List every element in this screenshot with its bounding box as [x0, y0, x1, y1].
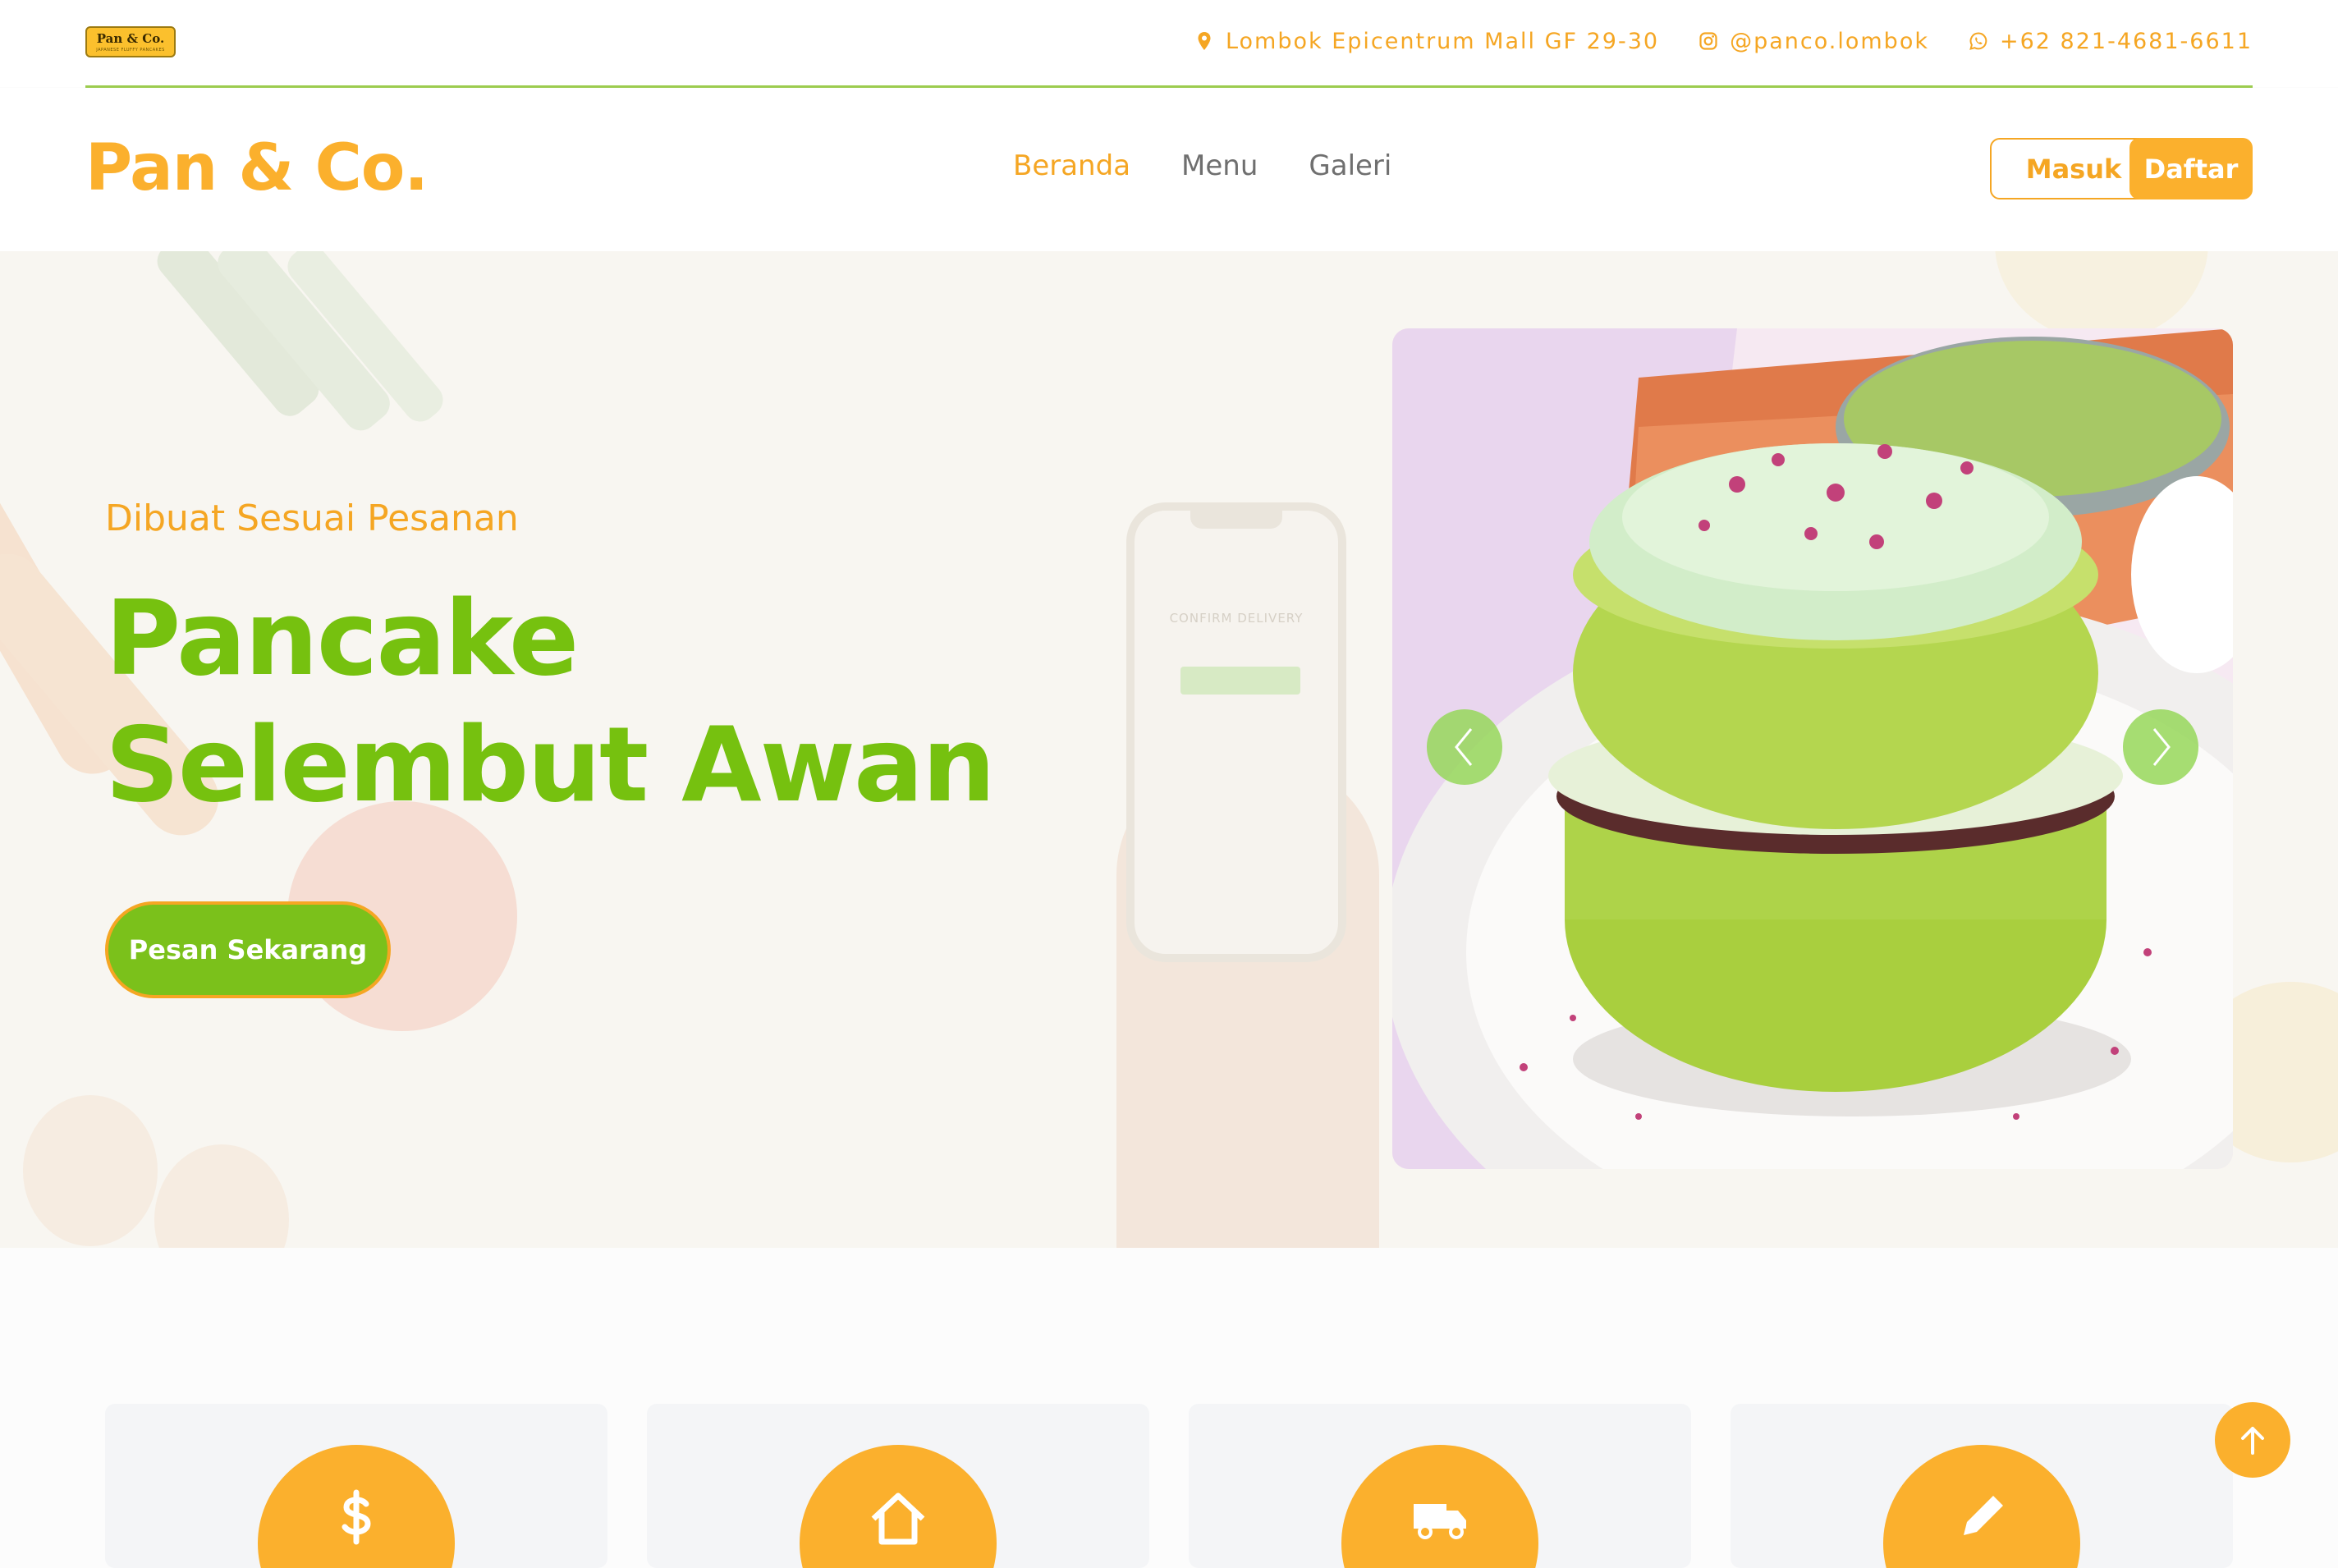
order-now-button[interactable]: Pesan Sekarang — [105, 901, 391, 998]
brand-name[interactable]: Pan & Co. — [85, 127, 429, 209]
navbar: Pan & Co. Beranda Menu Galeri Masuk Daft… — [0, 88, 2338, 251]
arrow-up-icon — [2241, 1427, 2264, 1455]
hero-subtitle: Dibuat Sesuai Pesanan — [105, 497, 519, 539]
hero-title-line-2: Selembut Awan — [105, 704, 996, 825]
logo[interactable]: Pan & Co. JAPANESE FLUFFY PANCAKES — [85, 26, 176, 57]
contact-whatsapp[interactable]: +62 821-4681-6611 — [1969, 29, 2253, 54]
feature-card-price — [105, 1404, 607, 1568]
hero-section: CONFIRM DELIVERY Dibuat Sesuai Pesanan P… — [0, 251, 2338, 1248]
feature-card-home — [647, 1404, 1149, 1568]
carousel-next-button[interactable] — [2123, 709, 2198, 785]
chevron-right-icon — [2152, 728, 2171, 766]
map-marker-icon — [1198, 32, 1211, 50]
feature-card-delivery — [1189, 1404, 1691, 1568]
chevron-left-icon — [1455, 728, 1473, 766]
address-text: Lombok Epicentrum Mall GF 29-30 — [1225, 28, 1660, 54]
back-to-top-button[interactable] — [2215, 1402, 2290, 1478]
feature-icon-circle — [1341, 1445, 1538, 1568]
nav-link-galeri[interactable]: Galeri — [1309, 145, 1391, 186]
feature-icon-circle — [800, 1445, 997, 1568]
home-icon — [871, 1492, 925, 1545]
pencil-icon — [1964, 1496, 2003, 1535]
image-carousel[interactable] — [1392, 328, 2233, 1169]
main-nav: Beranda Menu Galeri — [1013, 145, 1391, 186]
truck-icon — [1414, 1504, 1466, 1539]
logo-tagline: JAPANESE FLUFFY PANCAKES — [96, 48, 165, 53]
feature-card-custom — [1731, 1404, 2233, 1568]
top-bar: Pan & Co. JAPANESE FLUFFY PANCAKES Lombo… — [0, 0, 2338, 88]
hero-title-line-1: Pancake — [105, 578, 579, 699]
phone-screen-text: CONFIRM DELIVERY — [1169, 611, 1304, 626]
carousel-prev-button[interactable] — [1427, 709, 1502, 785]
dollar-icon — [342, 1489, 371, 1545]
feature-icon-circle — [258, 1445, 455, 1568]
matcha-pancake-image — [1392, 328, 2233, 1169]
nav-link-beranda[interactable]: Beranda — [1013, 145, 1130, 186]
contact-address[interactable]: Lombok Epicentrum Mall GF 29-30 — [1194, 29, 1659, 54]
nav-link-menu[interactable]: Menu — [1181, 145, 1258, 186]
contact-instagram[interactable]: @panco.lombok — [1698, 29, 1929, 54]
whatsapp-number: +62 821-4681-6611 — [1999, 28, 2253, 54]
feature-icon-circle — [1883, 1445, 2080, 1568]
instagram-icon — [1699, 32, 1717, 50]
instagram-handle: @panco.lombok — [1730, 28, 1929, 54]
hero-title: Pancake Selembut Awan — [105, 575, 996, 828]
register-button[interactable]: Daftar — [2129, 138, 2253, 199]
logo-text: Pan & Co. — [96, 31, 165, 46]
phone-illustration: CONFIRM DELIVERY — [1126, 502, 1346, 962]
contact-list: Lombok Epicentrum Mall GF 29-30 @panco.l… — [1194, 25, 2253, 57]
whatsapp-icon — [1969, 32, 1987, 50]
